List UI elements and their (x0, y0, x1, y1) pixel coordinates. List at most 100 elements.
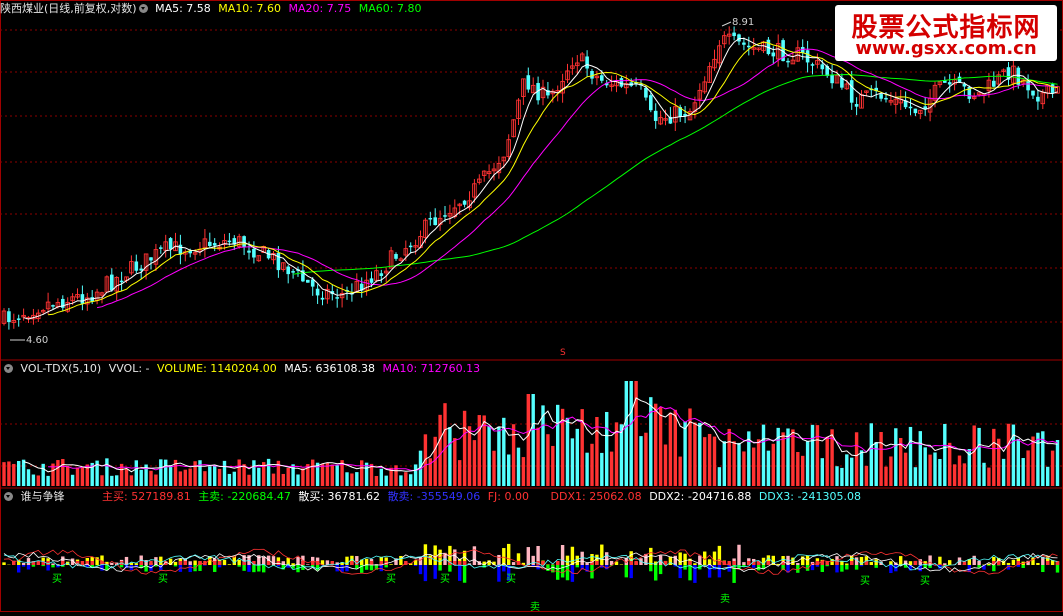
s-marker: S (560, 348, 566, 358)
volume-bar (953, 464, 956, 486)
ddx-bar-neg (17, 565, 20, 573)
ddx-bar-main (630, 561, 633, 565)
candle-body (17, 318, 21, 320)
volume-bar (737, 443, 740, 486)
candle-body (654, 111, 658, 121)
ddx-bar-neg (336, 565, 339, 571)
volume-bar (409, 474, 412, 486)
volume-bar (267, 459, 270, 486)
ddx-bar-neg (821, 565, 824, 572)
volume-bar (654, 404, 657, 486)
volume-bar (110, 476, 113, 486)
volume-bar (649, 397, 652, 486)
stock-title[interactable]: 陕西煤业(日线,前复权,对数) (0, 2, 137, 15)
ddx-bar-neg (174, 565, 177, 566)
dropdown-icon[interactable] (139, 4, 148, 13)
volume-bar (850, 458, 853, 486)
sell-mark: 卖 (720, 590, 730, 605)
volume-bar (728, 429, 731, 486)
ddx-bar-neg (718, 565, 721, 577)
main-buy-value: 主买: 527189.81 (102, 490, 191, 503)
volume-bar (732, 441, 735, 486)
ddx-bar-neg (46, 565, 49, 570)
volume-bar (958, 456, 961, 486)
kline-chart[interactable] (0, 0, 1063, 612)
ddx-bar-neg (203, 565, 206, 566)
volume-bar (571, 438, 574, 486)
chart-stage: 陕西煤业(日线,前复权,对数) MA5: 7.58 MA10: 7.60 MA2… (0, 0, 1063, 612)
dropdown-icon[interactable] (4, 364, 13, 373)
ddx-bar-neg (345, 565, 348, 571)
ddx-bar-pos (683, 554, 686, 565)
candle-body (159, 247, 163, 249)
dropdown-icon[interactable] (4, 492, 13, 501)
ddx-bar-pos (943, 563, 946, 565)
ddx-bar-pos (419, 557, 422, 565)
candle-body (1026, 81, 1030, 90)
retail-buy-value: 散买: 36781.62 (298, 490, 380, 503)
volume-bar (478, 415, 481, 486)
volume-bar (100, 475, 103, 486)
ddx3-value: DDX3: -241305.08 (759, 490, 861, 503)
ddx-bar-main (149, 561, 152, 565)
ma10-value: MA10: 7.60 (218, 2, 281, 15)
ddx-bar-neg (987, 565, 990, 566)
ddx-bar-neg (625, 565, 628, 577)
candle-body (135, 261, 139, 270)
ddx-bar-neg (100, 565, 103, 571)
ddx-bar-pos (306, 564, 309, 565)
ddx-bar-pos (899, 556, 902, 565)
volume-bar (61, 459, 64, 486)
volume-bar (218, 469, 221, 486)
ma20-line (97, 49, 1057, 308)
volume-bar (272, 474, 275, 486)
volume-bar (723, 441, 726, 486)
ddx-bar-neg (385, 565, 388, 567)
ddx-bar-neg (463, 565, 466, 583)
volume-bar (806, 441, 809, 486)
ddx-bar-pos (571, 547, 574, 565)
volume-bar (522, 457, 525, 486)
ddx-bar-main (850, 561, 853, 565)
vol-indicator-title[interactable]: VOL-TDX(5,10) (21, 362, 102, 375)
candle-body (772, 53, 776, 57)
ddx2-value: DDX2: -204716.88 (649, 490, 751, 503)
volume-bar (1051, 451, 1054, 486)
ddx-bar-neg (458, 565, 461, 581)
ddx-bar-neg (189, 565, 192, 572)
volume-bar (71, 475, 74, 486)
volume-bar (914, 467, 917, 486)
volume-bar (796, 452, 799, 486)
ddx-bar-neg (51, 565, 54, 567)
ddx-bar-pos (928, 555, 931, 565)
volume-bar (870, 423, 873, 486)
ddx-bar-pos (473, 546, 476, 565)
ddx-bar-main (37, 561, 40, 565)
volume-bar (247, 475, 250, 486)
ddx-bar-neg (654, 565, 657, 580)
candle-body (252, 249, 256, 258)
candle-body (277, 253, 281, 270)
volume-bar (448, 427, 451, 486)
ddx-bar-pos (977, 561, 980, 565)
buy-mark: 买 (920, 572, 930, 587)
ddx-indicator-title[interactable]: 谁与争锋 (21, 490, 65, 503)
volume-bar (826, 437, 829, 486)
volume-bar (355, 472, 358, 486)
volume-bar (1012, 425, 1015, 486)
volume-bar (1017, 439, 1020, 486)
ddx-bar-main (179, 561, 182, 565)
candle-body (585, 56, 589, 68)
ddx-bar-main (556, 561, 559, 565)
ddx-bar-pos (144, 560, 147, 565)
volume-bar (752, 448, 755, 486)
volume-bar (140, 470, 143, 486)
ddx-bar-neg (277, 565, 280, 566)
ddx-bar-pos (527, 547, 530, 565)
volume-bar (644, 433, 647, 486)
volume-bar (1031, 437, 1034, 486)
ma5-line (24, 38, 1058, 319)
volume-bar (468, 426, 471, 486)
ddx-bar-pos (389, 564, 392, 565)
ddx-bar-neg (22, 565, 25, 567)
